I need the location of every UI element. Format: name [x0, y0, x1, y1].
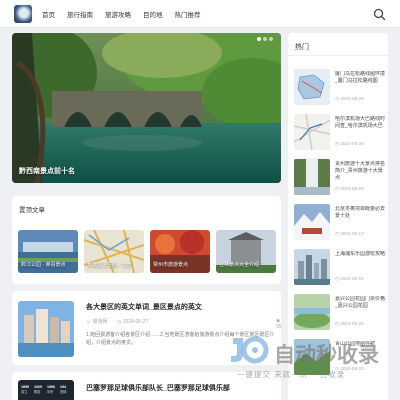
article-thumbnail[interactable]: [18, 301, 74, 357]
sidebar-item-date: 2024-05-26: [335, 96, 364, 102]
sidebar-item-title[interactable]: 哈尔滨机场大巴路线时间查_哈尔滨机场大巴: [335, 116, 385, 137]
snow-thumbnail[interactable]: [294, 204, 330, 240]
article-list-item[interactable]: 1899 成立 1929 联赛 1996 年份 194 进球 巴塞罗那足球俱乐部队长_巴…: [12, 372, 281, 400]
article-date: 2024-05-27: [122, 319, 149, 325]
divider: [288, 55, 388, 56]
sidebar-item-date: 2024-05-21: [335, 276, 364, 282]
nav-item-destinations[interactable]: 目的地: [137, 9, 169, 19]
article-summary: 1.她回报游客介绍各景区介绍……2.当地景区游客给旅游景点介绍每个景区景区景区介…: [86, 332, 275, 346]
view-count-value: 95: [276, 324, 282, 330]
thumbnail-stat: 1899 成立: [21, 385, 29, 394]
sidebar-item-date: 2024-05-22: [335, 321, 364, 327]
sidebar-item-date: 2024-05-23: [335, 366, 364, 372]
thumbnail-stat: 1996 年份: [47, 385, 55, 394]
featured-section-title: 置顶文章: [19, 207, 45, 214]
nav-item-home[interactable]: 首页: [40, 9, 61, 19]
landscape-thumbnail[interactable]: [294, 294, 330, 330]
featured-card[interactable]: 黔江公园 · 荣县景点: [18, 230, 78, 273]
article-meta: ☺ 旅游网 ◷ 2024-05-27: [86, 318, 148, 325]
sidebar-hot-item[interactable]: 哈尔滨机场大巴路线时间查_哈尔滨机场大巴 2024-05-28: [294, 114, 385, 150]
map-thumbnail[interactable]: [294, 69, 330, 105]
sidebar-item-date: 2024-05-26: [335, 186, 364, 192]
sidebar-hot-item[interactable]: 贵州旅游十大景点排名简介_贵州旅游十大景点 2024-05-26: [294, 159, 385, 195]
sidebar-item-title[interactable]: 厦门马拉松路线图环境_厦门马拉松路线图: [335, 71, 385, 92]
landscape-thumbnail[interactable]: [294, 339, 330, 375]
sidebar-hot-item[interactable]: 厦门马拉松路线图环境_厦门马拉松路线图 2024-05-26: [294, 69, 385, 105]
carousel-dot[interactable]: [257, 37, 261, 41]
city-thumbnail[interactable]: [294, 249, 330, 285]
nav-item-travel-guide[interactable]: 旅行指南: [61, 9, 99, 19]
sidebar-item-title[interactable]: 贵州旅游十大景点排名简介_贵州旅游十大景点: [335, 161, 385, 182]
sidebar-item-date: 2024-05-28: [335, 141, 364, 147]
main-nav: 首页 旅行指南 旅游攻略 目的地 热门推荐: [40, 0, 207, 28]
featured-card[interactable]: 桂林景点大全介绍: [216, 230, 276, 273]
sidebar-item-date: 2024-05-17: [335, 231, 364, 237]
sidebar-item-title[interactable]: 上海浦东乐园游玩攻略: [335, 251, 385, 272]
thumbnail-stat: 194 进球: [60, 385, 67, 394]
site-logo[interactable]: [14, 5, 32, 23]
hot-sidebar: 热门 厦门马拉松路线图环境_厦门马拉松路线图 2024-05-26 哈尔滨机场大…: [288, 33, 388, 400]
article-title[interactable]: 巴塞罗那足球俱乐部队长_巴塞罗那足球俱乐部: [86, 383, 230, 393]
nav-item-travel-tips[interactable]: 旅游攻略: [99, 9, 137, 19]
map-thumbnail[interactable]: [294, 114, 330, 150]
clock-icon: ◷: [116, 319, 122, 325]
sidebar-hot-item[interactable]: 嘉兴公园花园门票价格_嘉兴公园花园 2024-05-22: [294, 294, 385, 330]
top-navigation-bar: 首页 旅行指南 旅游攻略 目的地 热门推荐: [0, 0, 400, 28]
waterfall-thumbnail[interactable]: [294, 159, 330, 195]
sidebar-hot-item[interactable]: 北京冬奥项目概要必去景十处 2024-05-17: [294, 204, 385, 240]
featured-card[interactable]: 长安区卫生局 · 七景: [84, 230, 144, 273]
carousel-dot[interactable]: [269, 37, 273, 41]
featured-card-label: 常州市旅游景点: [153, 262, 189, 268]
search-icon[interactable]: [373, 8, 386, 21]
hero-image: [12, 33, 281, 183]
featured-articles-panel: 置顶文章 黔江公园 · 荣县景点 长安区卫生局 · 七景 常州市旅游景点 桂林景…: [12, 196, 281, 284]
featured-card-label: 长安区卫生局 · 七景: [87, 262, 132, 268]
carousel-dot[interactable]: [263, 37, 267, 41]
article-author: 旅游网: [92, 319, 108, 325]
article-title[interactable]: 各大景区的英文单词_景区景点的英文: [86, 302, 202, 312]
sidebar-item-title[interactable]: 嘉兴公园花园门票价格_嘉兴公园花园: [335, 296, 385, 317]
article-list-item[interactable]: 各大景区的英文单词_景区景点的英文 ☺ 旅游网 ◷ 2024-05-27 ◉ 9…: [12, 291, 282, 365]
article-thumbnail[interactable]: 1899 成立 1929 联赛 1996 年份 194 进球: [18, 380, 74, 400]
thumbnail-stat: 1929 联赛: [34, 385, 42, 394]
featured-card-label: 桂林景点大全介绍: [219, 262, 260, 268]
sidebar-hot-item[interactable]: 青山公园地图导航 2024-05-23: [294, 339, 384, 375]
carousel-indicators: [255, 37, 273, 41]
hero-caption[interactable]: 黔西南景点前十名: [19, 166, 75, 176]
featured-card-label: 黔江公园 · 荣县景点: [21, 262, 66, 268]
sidebar-hot-item[interactable]: 上海浦东乐园游玩攻略 2024-05-21: [294, 249, 385, 285]
hero-carousel[interactable]: 黔西南景点前十名: [12, 33, 281, 183]
nav-item-hot-picks[interactable]: 热门推荐: [169, 9, 207, 19]
sidebar-item-title[interactable]: 青山公园地图导航: [335, 341, 385, 362]
sidebar-item-title[interactable]: 北京冬奥项目概要必去景十处: [335, 206, 385, 227]
sidebar-title: 热门: [295, 44, 309, 51]
user-icon: ☺: [86, 319, 92, 325]
featured-card[interactable]: 常州市旅游景点: [150, 230, 210, 273]
